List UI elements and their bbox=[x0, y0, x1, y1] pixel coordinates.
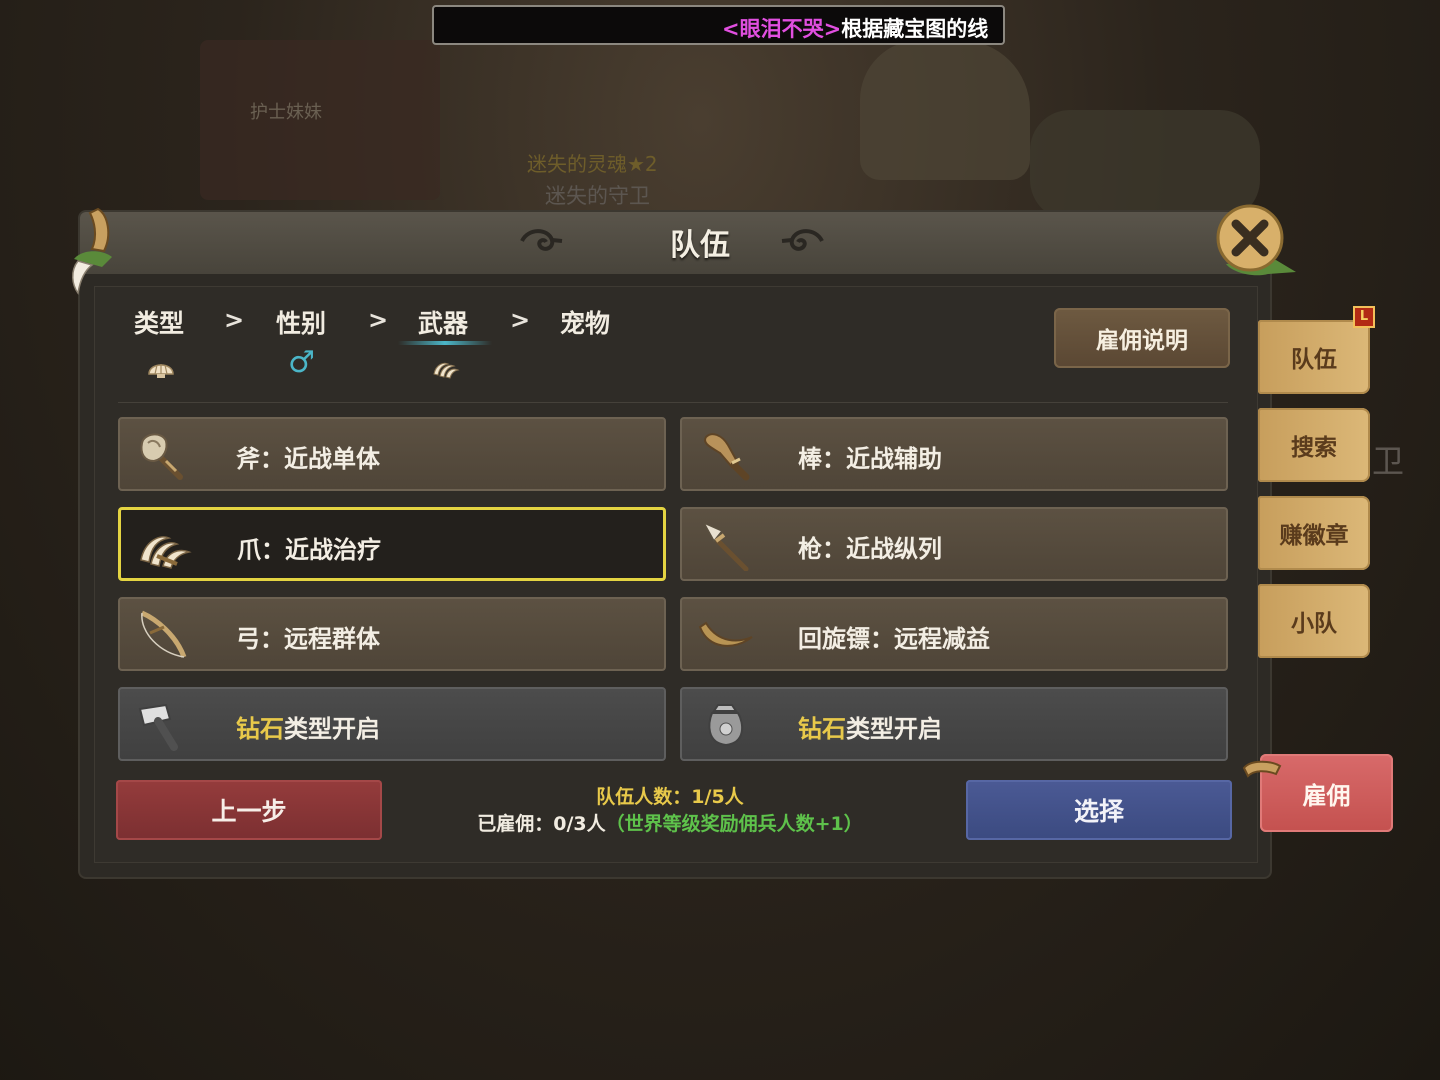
weapon-option-spear[interactable]: 枪：近战纵列 bbox=[680, 507, 1228, 581]
weapon-option-locked[interactable]: 钻石类型开启 bbox=[680, 687, 1228, 761]
bone-ornament-icon bbox=[1242, 760, 1282, 778]
weapon-option-club[interactable]: 棒：近战辅助 bbox=[680, 417, 1228, 491]
weapon-option-bow[interactable]: 弓：远程群体 bbox=[118, 597, 666, 671]
marquee-player-name: <眼泪不哭> bbox=[722, 17, 842, 41]
boomerang-icon bbox=[698, 621, 753, 647]
pouch-icon bbox=[708, 704, 744, 747]
step-separator: > bbox=[368, 306, 389, 334]
step-weapon[interactable]: 武器 bbox=[418, 304, 468, 340]
hired-count: 已雇佣：0/3人（世界等级奖励佣兵人数+1） bbox=[477, 813, 863, 835]
swirl-ornament-icon bbox=[781, 229, 824, 251]
background-char: 卫 bbox=[1372, 442, 1405, 480]
step-separator: > bbox=[510, 306, 531, 334]
club-icon bbox=[704, 433, 750, 481]
step-gender[interactable]: 性别 bbox=[276, 304, 326, 340]
option-label: 回旋镖：远程减益 bbox=[798, 625, 990, 653]
side-tab-team[interactable]: 队伍 bbox=[1258, 320, 1370, 394]
panel-header: 队伍 bbox=[80, 212, 1270, 274]
monster-name: 迷失的灵魂★2 bbox=[527, 152, 658, 176]
npc-name: 护士妹妹 bbox=[250, 102, 322, 123]
background-rock bbox=[860, 40, 1030, 180]
side-badge: L bbox=[1353, 306, 1375, 328]
close-icon[interactable] bbox=[1212, 202, 1302, 282]
marquee-message: 根据藏宝图的线 bbox=[841, 17, 989, 41]
weapon-option-axe[interactable]: 斧：近战单体 bbox=[118, 417, 666, 491]
claw-icon bbox=[140, 536, 192, 569]
weapon-option-claw[interactable]: 爪：近战治疗 bbox=[118, 507, 666, 581]
hammer-icon bbox=[138, 703, 178, 751]
claw-icon bbox=[433, 362, 460, 379]
shell-icon bbox=[148, 364, 174, 378]
option-label: 枪：近战纵列 bbox=[798, 535, 942, 563]
step-type[interactable]: 类型 bbox=[134, 304, 184, 340]
option-label: 钻石类型开启 bbox=[236, 715, 380, 743]
panel-title: 队伍 bbox=[670, 228, 730, 263]
side-tab-squad[interactable]: 小队 bbox=[1258, 584, 1370, 658]
step-pet[interactable]: 宠物 bbox=[560, 304, 610, 340]
bow-icon bbox=[140, 610, 187, 658]
tusk-ornament-icon bbox=[72, 207, 112, 295]
weapon-option-boomerang[interactable]: 回旋镖：远程减益 bbox=[680, 597, 1228, 671]
hire-help-button[interactable]: 雇佣说明 bbox=[1054, 308, 1230, 368]
side-tab-search[interactable]: 搜索 bbox=[1258, 408, 1370, 482]
select-button[interactable]: 选择 bbox=[966, 780, 1232, 840]
step-separator: > bbox=[224, 306, 245, 334]
male-symbol-icon: ♂ bbox=[288, 345, 315, 380]
weapon-option-locked[interactable]: 钻石类型开启 bbox=[118, 687, 666, 761]
spear-icon bbox=[702, 521, 749, 571]
team-count: 队伍人数：1/5人 bbox=[596, 786, 744, 808]
option-label: 钻石类型开启 bbox=[798, 715, 942, 743]
team-panel: 队伍 类型 > 性别 > 武器 > 宠物 ♂ 雇佣说明 斧：近战单体 棒：近战辅… bbox=[80, 212, 1270, 877]
previous-step-button[interactable]: 上一步 bbox=[116, 780, 382, 840]
option-label: 斧：近战单体 bbox=[236, 445, 380, 473]
swirl-ornament-icon bbox=[520, 229, 563, 251]
divider bbox=[118, 402, 1228, 403]
option-label: 棒：近战辅助 bbox=[798, 445, 942, 473]
option-label: 爪：近战治疗 bbox=[237, 536, 381, 564]
option-label: 弓：远程群体 bbox=[236, 625, 380, 653]
announcement-marquee: <眼泪不哭>根据藏宝图的线 bbox=[432, 5, 1005, 45]
monster-name: 迷失的守卫 bbox=[545, 184, 650, 208]
side-tab-earn-badges[interactable]: 赚徽章 bbox=[1258, 496, 1370, 570]
axe-icon bbox=[140, 433, 183, 480]
active-step-indicator bbox=[398, 341, 492, 345]
